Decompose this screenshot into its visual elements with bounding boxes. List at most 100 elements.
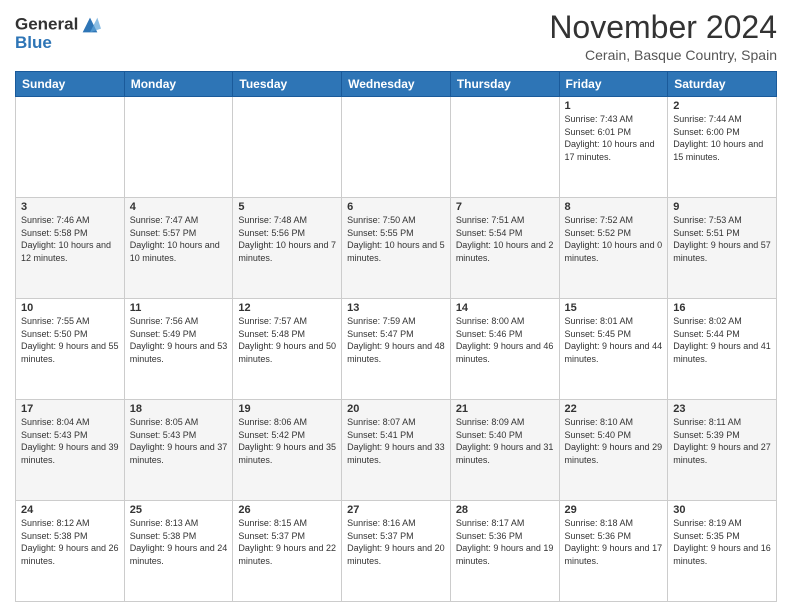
day-number: 6	[347, 201, 445, 213]
day-number: 28	[456, 504, 554, 516]
day-cell: 16Sunrise: 8:02 AM Sunset: 5:44 PM Dayli…	[668, 299, 777, 400]
day-number: 7	[456, 201, 554, 213]
day-number: 10	[21, 302, 119, 314]
day-cell	[124, 97, 233, 198]
day-info: Sunrise: 7:43 AM Sunset: 6:01 PM Dayligh…	[565, 113, 663, 163]
day-cell: 11Sunrise: 7:56 AM Sunset: 5:49 PM Dayli…	[124, 299, 233, 400]
day-info: Sunrise: 7:53 AM Sunset: 5:51 PM Dayligh…	[673, 214, 771, 264]
day-info: Sunrise: 8:07 AM Sunset: 5:41 PM Dayligh…	[347, 416, 445, 466]
logo-blue: Blue	[15, 33, 101, 53]
day-number: 29	[565, 504, 663, 516]
day-info: Sunrise: 8:12 AM Sunset: 5:38 PM Dayligh…	[21, 517, 119, 567]
day-header-wednesday: Wednesday	[342, 72, 451, 97]
day-cell: 25Sunrise: 8:13 AM Sunset: 5:38 PM Dayli…	[124, 501, 233, 602]
day-header-sunday: Sunday	[16, 72, 125, 97]
month-title: November 2024	[549, 10, 777, 45]
day-header-tuesday: Tuesday	[233, 72, 342, 97]
day-number: 5	[238, 201, 336, 213]
day-cell: 10Sunrise: 7:55 AM Sunset: 5:50 PM Dayli…	[16, 299, 125, 400]
day-header-saturday: Saturday	[668, 72, 777, 97]
day-cell: 2Sunrise: 7:44 AM Sunset: 6:00 PM Daylig…	[668, 97, 777, 198]
title-section: November 2024 Cerain, Basque Country, Sp…	[549, 10, 777, 63]
day-cell: 28Sunrise: 8:17 AM Sunset: 5:36 PM Dayli…	[450, 501, 559, 602]
day-number: 1	[565, 100, 663, 112]
day-info: Sunrise: 8:15 AM Sunset: 5:37 PM Dayligh…	[238, 517, 336, 567]
day-cell: 4Sunrise: 7:47 AM Sunset: 5:57 PM Daylig…	[124, 198, 233, 299]
day-number: 17	[21, 403, 119, 415]
day-info: Sunrise: 8:09 AM Sunset: 5:40 PM Dayligh…	[456, 416, 554, 466]
day-number: 24	[21, 504, 119, 516]
week-row-1: 1Sunrise: 7:43 AM Sunset: 6:01 PM Daylig…	[16, 97, 777, 198]
day-cell: 24Sunrise: 8:12 AM Sunset: 5:38 PM Dayli…	[16, 501, 125, 602]
week-row-4: 17Sunrise: 8:04 AM Sunset: 5:43 PM Dayli…	[16, 400, 777, 501]
day-info: Sunrise: 8:17 AM Sunset: 5:36 PM Dayligh…	[456, 517, 554, 567]
day-cell: 22Sunrise: 8:10 AM Sunset: 5:40 PM Dayli…	[559, 400, 668, 501]
day-header-thursday: Thursday	[450, 72, 559, 97]
week-row-5: 24Sunrise: 8:12 AM Sunset: 5:38 PM Dayli…	[16, 501, 777, 602]
day-info: Sunrise: 7:52 AM Sunset: 5:52 PM Dayligh…	[565, 214, 663, 264]
day-number: 23	[673, 403, 771, 415]
day-info: Sunrise: 8:04 AM Sunset: 5:43 PM Dayligh…	[21, 416, 119, 466]
day-cell: 18Sunrise: 8:05 AM Sunset: 5:43 PM Dayli…	[124, 400, 233, 501]
location: Cerain, Basque Country, Spain	[549, 47, 777, 63]
day-cell: 21Sunrise: 8:09 AM Sunset: 5:40 PM Dayli…	[450, 400, 559, 501]
day-cell: 12Sunrise: 7:57 AM Sunset: 5:48 PM Dayli…	[233, 299, 342, 400]
day-number: 25	[130, 504, 228, 516]
day-cell: 13Sunrise: 7:59 AM Sunset: 5:47 PM Dayli…	[342, 299, 451, 400]
day-cell	[16, 97, 125, 198]
day-number: 2	[673, 100, 771, 112]
day-info: Sunrise: 7:46 AM Sunset: 5:58 PM Dayligh…	[21, 214, 119, 264]
day-info: Sunrise: 7:48 AM Sunset: 5:56 PM Dayligh…	[238, 214, 336, 264]
day-info: Sunrise: 8:18 AM Sunset: 5:36 PM Dayligh…	[565, 517, 663, 567]
day-cell: 14Sunrise: 8:00 AM Sunset: 5:46 PM Dayli…	[450, 299, 559, 400]
day-number: 11	[130, 302, 228, 314]
day-info: Sunrise: 8:19 AM Sunset: 5:35 PM Dayligh…	[673, 517, 771, 567]
day-number: 4	[130, 201, 228, 213]
day-cell: 5Sunrise: 7:48 AM Sunset: 5:56 PM Daylig…	[233, 198, 342, 299]
day-number: 22	[565, 403, 663, 415]
day-info: Sunrise: 8:06 AM Sunset: 5:42 PM Dayligh…	[238, 416, 336, 466]
day-cell: 15Sunrise: 8:01 AM Sunset: 5:45 PM Dayli…	[559, 299, 668, 400]
day-cell: 19Sunrise: 8:06 AM Sunset: 5:42 PM Dayli…	[233, 400, 342, 501]
day-number: 27	[347, 504, 445, 516]
day-info: Sunrise: 8:05 AM Sunset: 5:43 PM Dayligh…	[130, 416, 228, 466]
day-number: 14	[456, 302, 554, 314]
week-row-3: 10Sunrise: 7:55 AM Sunset: 5:50 PM Dayli…	[16, 299, 777, 400]
calendar-table: SundayMondayTuesdayWednesdayThursdayFrid…	[15, 71, 777, 602]
day-cell	[450, 97, 559, 198]
header-row: SundayMondayTuesdayWednesdayThursdayFrid…	[16, 72, 777, 97]
day-info: Sunrise: 8:10 AM Sunset: 5:40 PM Dayligh…	[565, 416, 663, 466]
day-cell: 27Sunrise: 8:16 AM Sunset: 5:37 PM Dayli…	[342, 501, 451, 602]
day-info: Sunrise: 7:51 AM Sunset: 5:54 PM Dayligh…	[456, 214, 554, 264]
day-info: Sunrise: 7:47 AM Sunset: 5:57 PM Dayligh…	[130, 214, 228, 264]
week-row-2: 3Sunrise: 7:46 AM Sunset: 5:58 PM Daylig…	[16, 198, 777, 299]
day-header-monday: Monday	[124, 72, 233, 97]
day-number: 30	[673, 504, 771, 516]
day-cell: 30Sunrise: 8:19 AM Sunset: 5:35 PM Dayli…	[668, 501, 777, 602]
day-number: 12	[238, 302, 336, 314]
day-cell: 23Sunrise: 8:11 AM Sunset: 5:39 PM Dayli…	[668, 400, 777, 501]
day-cell: 3Sunrise: 7:46 AM Sunset: 5:58 PM Daylig…	[16, 198, 125, 299]
day-cell: 17Sunrise: 8:04 AM Sunset: 5:43 PM Dayli…	[16, 400, 125, 501]
day-info: Sunrise: 8:01 AM Sunset: 5:45 PM Dayligh…	[565, 315, 663, 365]
day-cell: 29Sunrise: 8:18 AM Sunset: 5:36 PM Dayli…	[559, 501, 668, 602]
day-info: Sunrise: 8:13 AM Sunset: 5:38 PM Dayligh…	[130, 517, 228, 567]
day-number: 26	[238, 504, 336, 516]
day-number: 13	[347, 302, 445, 314]
day-info: Sunrise: 8:11 AM Sunset: 5:39 PM Dayligh…	[673, 416, 771, 466]
day-cell: 1Sunrise: 7:43 AM Sunset: 6:01 PM Daylig…	[559, 97, 668, 198]
day-cell: 7Sunrise: 7:51 AM Sunset: 5:54 PM Daylig…	[450, 198, 559, 299]
logo: General Blue	[15, 14, 101, 53]
day-number: 16	[673, 302, 771, 314]
day-cell: 8Sunrise: 7:52 AM Sunset: 5:52 PM Daylig…	[559, 198, 668, 299]
day-info: Sunrise: 8:00 AM Sunset: 5:46 PM Dayligh…	[456, 315, 554, 365]
day-info: Sunrise: 7:59 AM Sunset: 5:47 PM Dayligh…	[347, 315, 445, 365]
day-number: 9	[673, 201, 771, 213]
day-info: Sunrise: 7:55 AM Sunset: 5:50 PM Dayligh…	[21, 315, 119, 365]
day-number: 19	[238, 403, 336, 415]
day-cell	[342, 97, 451, 198]
day-number: 8	[565, 201, 663, 213]
day-number: 21	[456, 403, 554, 415]
day-cell	[233, 97, 342, 198]
day-number: 3	[21, 201, 119, 213]
